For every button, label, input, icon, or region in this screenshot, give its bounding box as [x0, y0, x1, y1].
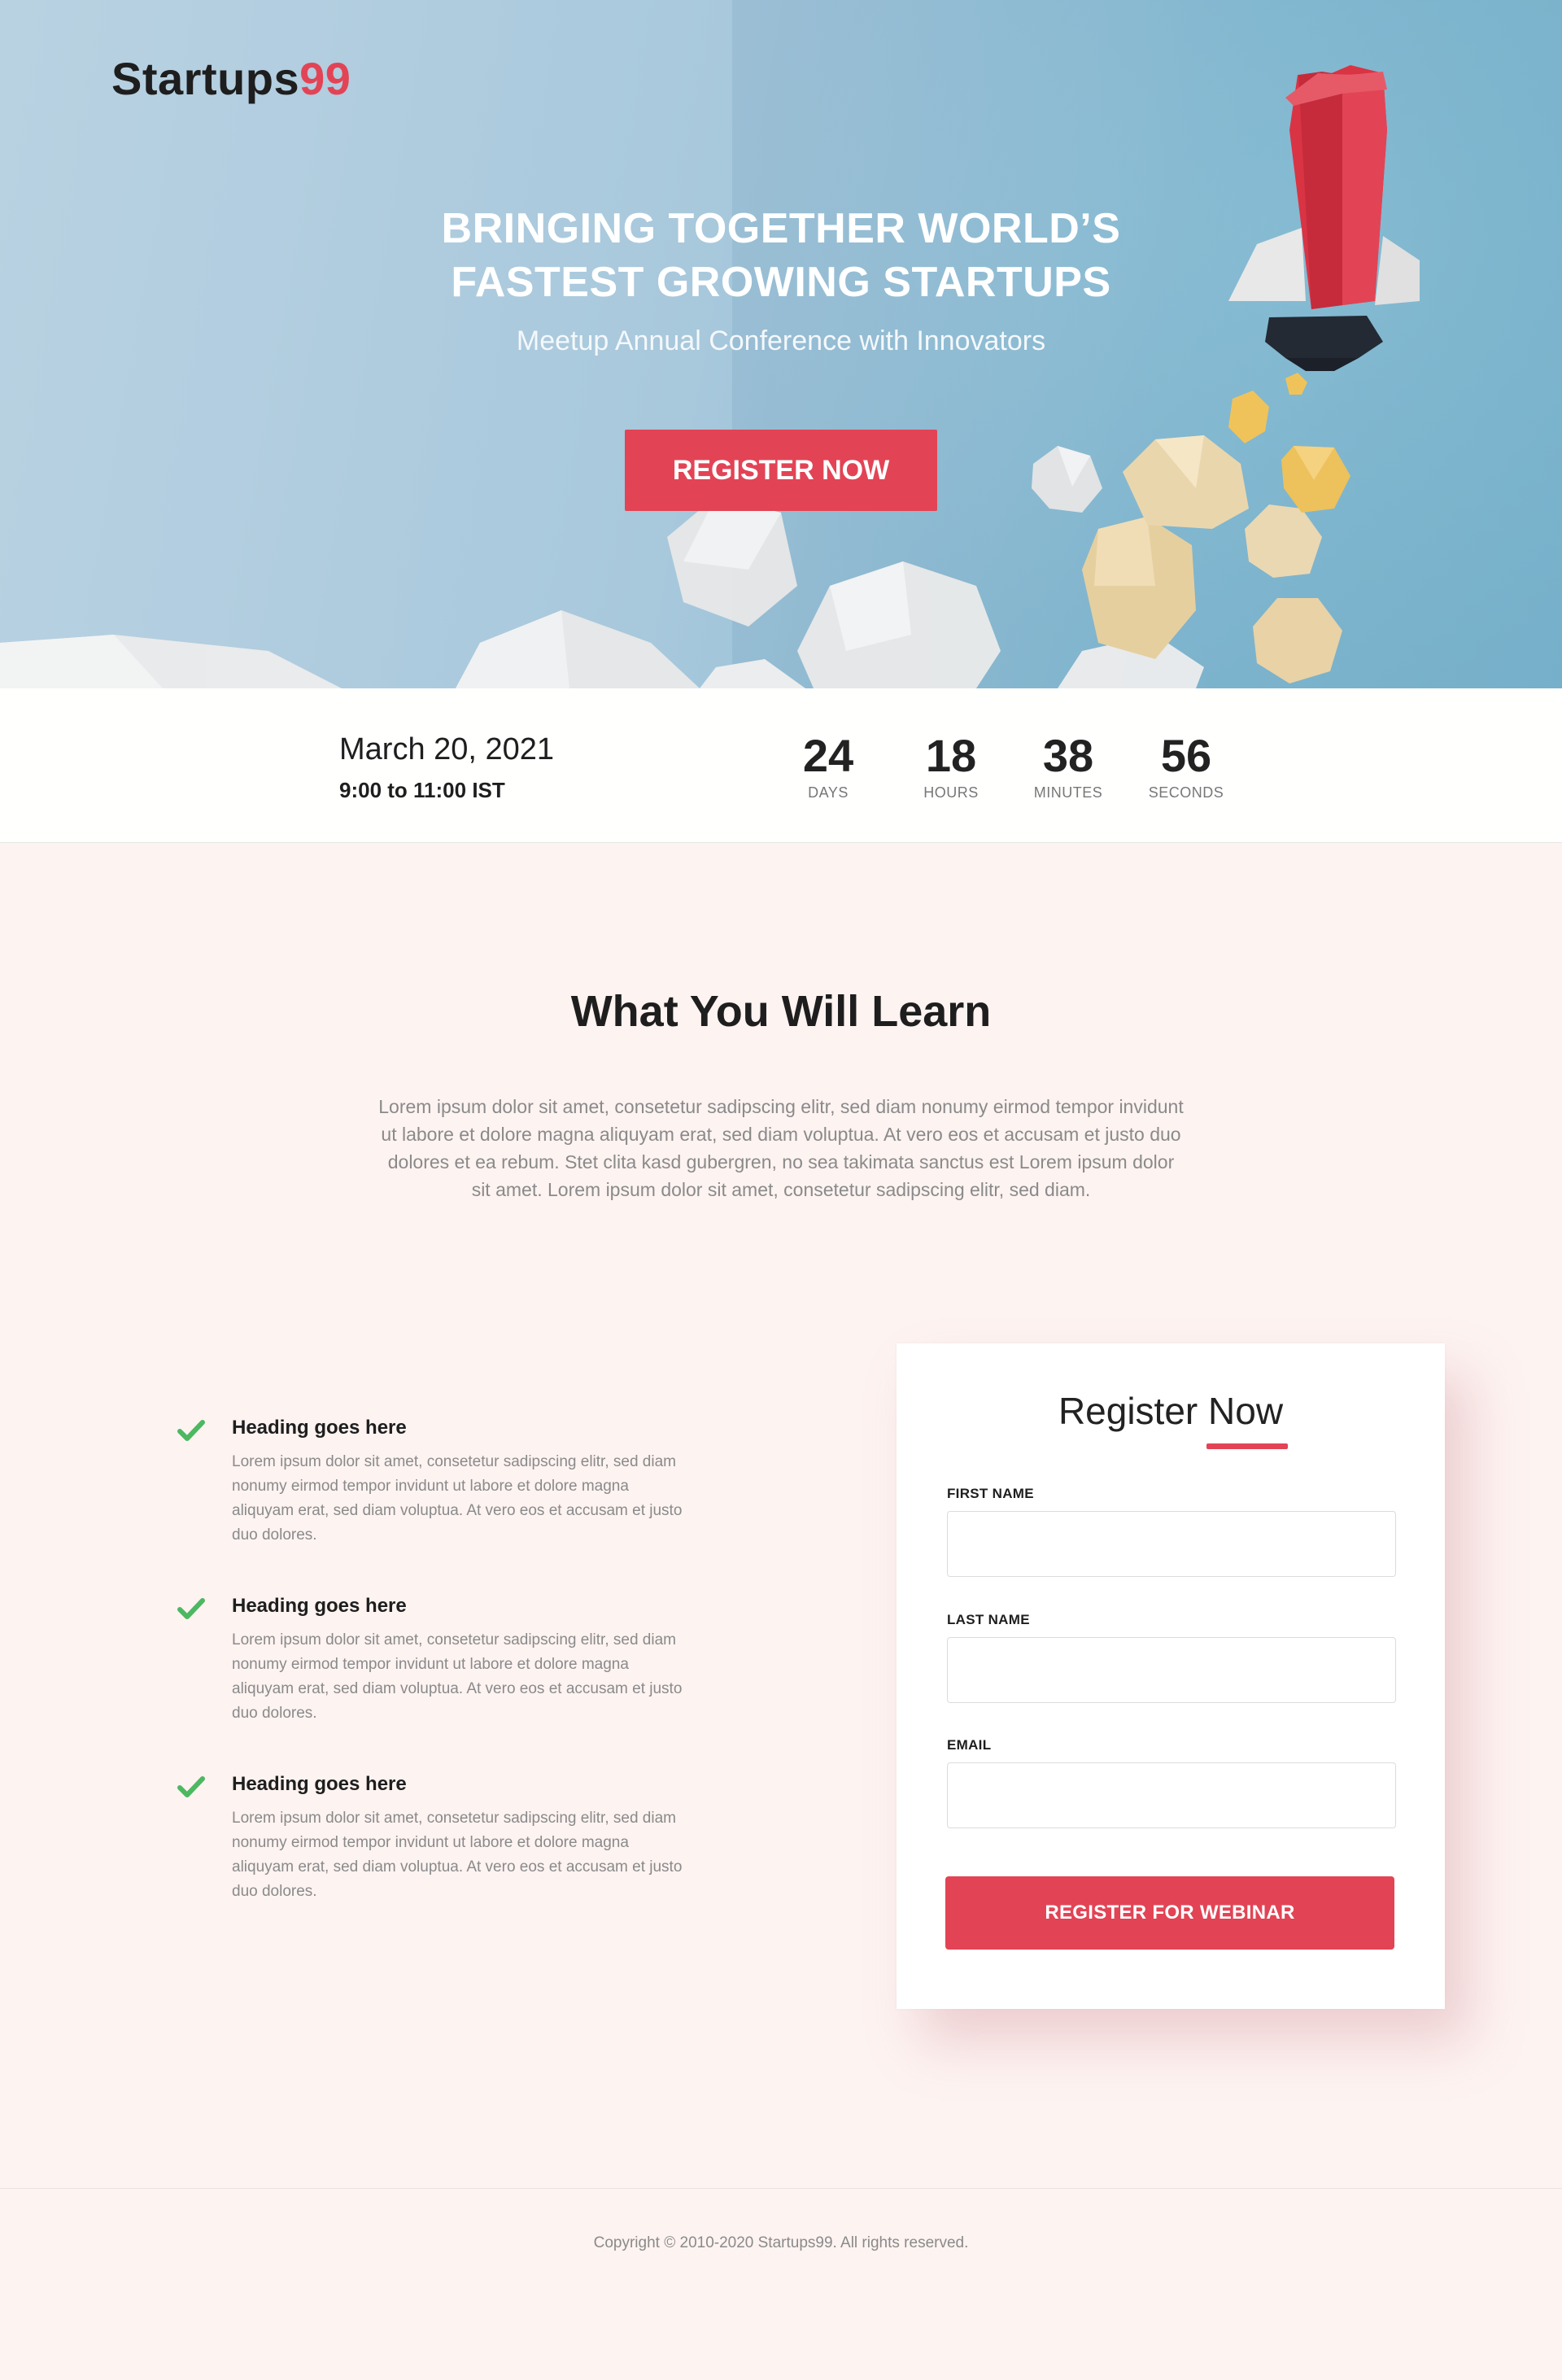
email-field[interactable]: [947, 1762, 1396, 1828]
title-underline: [1206, 1443, 1288, 1449]
countdown-unit: DAYS: [808, 784, 849, 801]
countdown-value: 24: [802, 730, 854, 781]
feature-item: Heading goes here Lorem ipsum dolor sit …: [177, 1594, 682, 1726]
rocket-shape: [1228, 65, 1420, 371]
register-for-webinar-button[interactable]: REGISTER FOR WEBINAR: [945, 1876, 1394, 1950]
countdown-unit: HOURS: [923, 784, 979, 801]
hero-title-line2: FASTEST GROWING STARTUPS: [451, 259, 1111, 306]
learn-section-title: What You Will Learn: [570, 987, 992, 1036]
brand-logo[interactable]: Startups99: [111, 52, 351, 105]
learn-section-text: Lorem ipsum dolor sit amet, consetetur s…: [378, 1096, 1184, 1200]
feature-item: Heading goes here Lorem ipsum dolor sit …: [177, 1416, 682, 1548]
hero-subtitle: Meetup Annual Conference with Innovators: [516, 325, 1046, 356]
footer-divider: [0, 2188, 1562, 2189]
register-form-card: Register Now FIRST NAME LAST NAME EMAIL …: [897, 1343, 1445, 2009]
countdown-value: 38: [1042, 730, 1094, 781]
countdown-unit: SECONDS: [1148, 784, 1224, 801]
event-info-strip: March 20, 2021 9:00 to 11:00 IST 24 DAYS…: [0, 688, 1562, 843]
last-name-label: LAST NAME: [947, 1612, 1030, 1627]
feature-text: Lorem ipsum dolor sit amet, consetetur s…: [232, 1810, 683, 1900]
countdown-hours: 18 HOURS: [894, 731, 1008, 801]
register-now-button[interactable]: REGISTER NOW: [625, 430, 937, 511]
feature-heading: Heading goes here: [232, 1417, 407, 1439]
feature-heading: Heading goes here: [232, 1595, 407, 1617]
first-name-label: FIRST NAME: [947, 1486, 1034, 1501]
checkmark-icon: [177, 1776, 205, 1797]
footer-copyright: Copyright © 2010-2020 Startups99. All ri…: [593, 2234, 969, 2251]
event-time: 9:00 to 11:00 IST: [339, 778, 505, 802]
email-label: EMAIL: [947, 1737, 992, 1753]
feature-item: Heading goes here Lorem ipsum dolor sit …: [177, 1772, 682, 1904]
white-rocks-decoration: [0, 446, 1204, 688]
countdown-unit: MINUTES: [1033, 784, 1103, 801]
countdown-seconds: 56 SECONDS: [1129, 731, 1243, 801]
gold-rocks-decoration: [1082, 356, 1350, 683]
countdown-days: 24 DAYS: [771, 731, 885, 801]
countdown-value: 18: [925, 730, 977, 781]
hero-section: Startups99 BRINGING TOGETHER WORLD’S FAS…: [0, 0, 1562, 688]
countdown-minutes: 38 MINUTES: [1011, 731, 1125, 801]
feature-text: Lorem ipsum dolor sit amet, consetetur s…: [232, 1631, 683, 1722]
first-name-field[interactable]: [947, 1511, 1396, 1577]
register-form-title: Register Now: [1058, 1390, 1284, 1432]
event-date: March 20, 2021: [339, 732, 555, 766]
hero-title: BRINGING TOGETHER WORLD’S FASTEST GROWIN…: [374, 202, 1188, 309]
feature-heading: Heading goes here: [232, 1773, 407, 1795]
last-name-field[interactable]: [947, 1637, 1396, 1703]
feature-text: Lorem ipsum dolor sit amet, consetetur s…: [232, 1453, 683, 1544]
checkmark-icon: [177, 1598, 205, 1619]
countdown-value: 56: [1160, 730, 1212, 781]
checkmark-icon: [177, 1420, 205, 1441]
hero-title-line1: BRINGING TOGETHER WORLD’S: [441, 205, 1121, 252]
